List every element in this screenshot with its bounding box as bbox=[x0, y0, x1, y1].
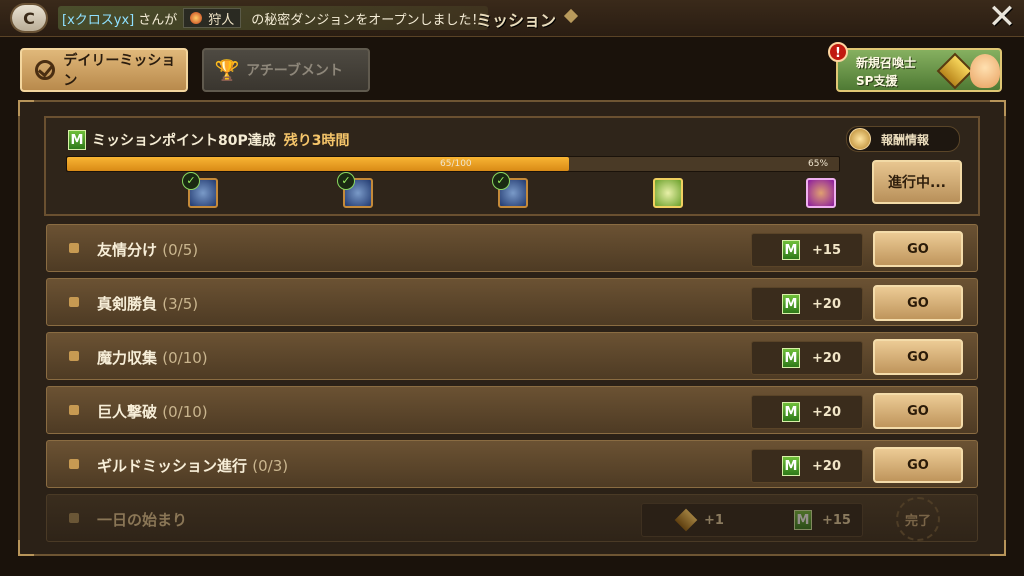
check-icon: ✓ bbox=[492, 172, 510, 190]
notice-user: [xクロスyx] bbox=[62, 12, 135, 28]
mission-points: M +20 bbox=[751, 341, 863, 375]
mission-name: 巨人撃破 (0/10) bbox=[97, 403, 208, 421]
gem-icon bbox=[936, 52, 974, 90]
bullet-icon bbox=[69, 405, 79, 415]
time-remaining: 残り3時間 bbox=[283, 133, 350, 149]
mission-points: M +15 bbox=[751, 233, 863, 267]
bullet-icon bbox=[69, 513, 79, 523]
mission-row: ギルドミッション進行 (0/3) M +20 GO bbox=[46, 440, 978, 488]
mission-point-icon: M bbox=[782, 456, 800, 476]
go-button[interactable]: GO bbox=[873, 393, 963, 429]
summoner-support-banner[interactable]: ! 新規召喚士 SP支援 bbox=[828, 42, 1002, 92]
go-button[interactable]: GO bbox=[873, 447, 963, 483]
close-icon[interactable]: ✕ bbox=[986, 0, 1018, 34]
tab-daily-mission[interactable]: デイリーミッション bbox=[20, 48, 188, 92]
mission-name: 友情分け (0/5) bbox=[97, 241, 199, 259]
mission-name: ギルドミッション進行 (0/3) bbox=[97, 457, 289, 475]
page-title: ミッション bbox=[476, 11, 557, 30]
alert-badge: ! bbox=[828, 42, 848, 62]
chat-icon[interactable]: C bbox=[12, 5, 46, 31]
mascot-icon bbox=[970, 54, 1000, 88]
mission-row: 魔力収集 (0/10) M +20 GO bbox=[46, 332, 978, 380]
mission-row: 巨人撃破 (0/10) M +20 GO bbox=[46, 386, 978, 434]
mission-name: 魔力収集 (0/10) bbox=[97, 349, 208, 367]
bullet-icon bbox=[69, 459, 79, 469]
notice-text: さんが bbox=[138, 12, 178, 28]
reward-scroll-icon[interactable] bbox=[806, 178, 836, 208]
mission-row: 真剣勝負 (3/5) M +20 GO bbox=[46, 278, 978, 326]
reward-info-label: 報酬情報 bbox=[881, 132, 930, 147]
mission-point-icon: M bbox=[793, 510, 812, 530]
go-button[interactable]: GO bbox=[873, 231, 963, 267]
tab-daily-label: デイリーミッション bbox=[63, 53, 176, 89]
mission-point-icon: M bbox=[782, 348, 800, 368]
mission-points: M +20 bbox=[751, 395, 863, 429]
dungeon-name: 狩人 bbox=[208, 12, 235, 28]
tab-achievement[interactable]: 🏆 アチーブメント bbox=[202, 48, 370, 92]
completed-mission-row: 一日の始まり +1 M +15 完了 bbox=[46, 494, 978, 542]
mission-point-icon: M bbox=[782, 294, 800, 314]
mission-row: 友情分け (0/5) M +15 GO bbox=[46, 224, 978, 272]
gem-icon bbox=[674, 508, 698, 532]
mission-rewards: +1 M +15 bbox=[641, 503, 863, 537]
reward-scroll-icon[interactable] bbox=[653, 178, 683, 208]
notice-ticker: [xクロスyx] さんが 狩人 の秘密ダンジョンをオープンしました！ bbox=[58, 6, 488, 30]
go-button[interactable]: GO bbox=[873, 285, 963, 321]
check-icon: ✓ bbox=[337, 172, 355, 190]
mission-point-icon: M bbox=[782, 402, 800, 422]
reward-info-button[interactable]: 報酬情報 bbox=[846, 126, 960, 152]
go-button[interactable]: GO bbox=[873, 339, 963, 375]
mission-point-icon: M bbox=[68, 130, 86, 150]
promo-line-1: 新規召喚士 bbox=[856, 56, 917, 70]
progress-percent: 65% bbox=[808, 159, 829, 169]
check-icon: ✓ bbox=[182, 172, 200, 190]
top-bar: C [xクロスyx] さんが 狩人 の秘密ダンジョンをオープンしました！ ミッシ… bbox=[0, 0, 1024, 37]
bullet-icon bbox=[69, 351, 79, 361]
points-progress-fill bbox=[67, 157, 569, 171]
points-title: M ミッションポイント80P達成 残り3時間 bbox=[68, 130, 350, 150]
check-circle-icon bbox=[34, 59, 55, 81]
tab-achievement-label: アチーブメント bbox=[246, 63, 343, 79]
mission-points: M +20 bbox=[751, 287, 863, 321]
dungeon-icon bbox=[190, 12, 203, 24]
diamond-icon bbox=[563, 8, 579, 24]
points-goal: ミッションポイント80P達成 bbox=[92, 133, 276, 149]
trophy-icon: 🏆 bbox=[214, 58, 240, 82]
bullet-icon bbox=[69, 297, 79, 307]
mission-points: M +20 bbox=[751, 449, 863, 483]
promo-line-2: SP支援 bbox=[856, 74, 898, 88]
progress-label: 65/100 bbox=[440, 159, 472, 169]
mission-point-icon: M bbox=[782, 240, 800, 260]
mission-name: 真剣勝負 (3/5) bbox=[97, 295, 199, 313]
in-progress-button[interactable]: 進行中... bbox=[872, 160, 962, 204]
notice-text-2: の秘密ダンジョンをオープンしました！ bbox=[251, 12, 485, 28]
mission-name: 一日の始まり bbox=[97, 511, 188, 529]
completed-stamp: 完了 bbox=[873, 497, 963, 541]
reward-coin-icon bbox=[849, 128, 871, 150]
bullet-icon bbox=[69, 243, 79, 253]
notice-dungeon: 狩人 bbox=[183, 8, 242, 28]
